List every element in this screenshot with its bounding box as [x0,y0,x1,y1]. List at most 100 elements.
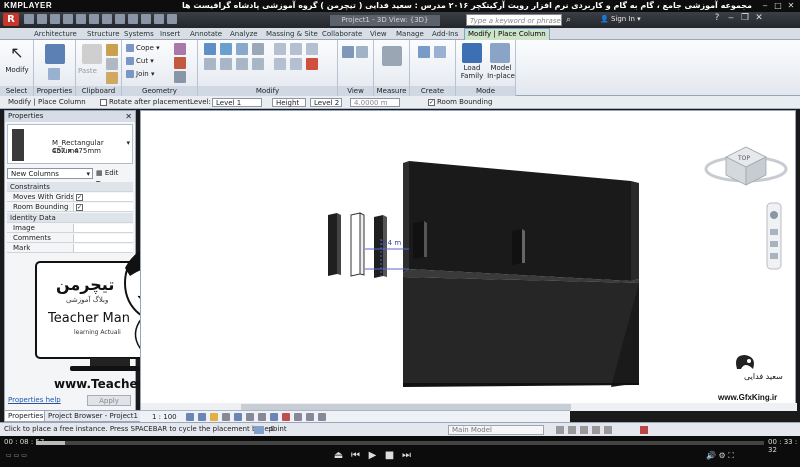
app-close-icon[interactable]: ✕ [752,13,766,23]
close-hidden-icon[interactable] [154,14,164,24]
tab-project-browser[interactable]: Project Browser - Project1 [44,410,142,422]
modify-icon[interactable]: ↖ [7,43,27,63]
wall-box[interactable] [403,161,639,387]
height-offset-value[interactable]: 4.0000 m [350,98,400,107]
temp-dim-value[interactable]: 2.4 m [381,239,401,247]
room-bounding-option-check[interactable]: ✓ [428,98,435,106]
height-dropdown[interactable]: Height [272,98,306,108]
align-icon[interactable] [204,43,216,55]
previous-icon[interactable]: ⏮ [347,450,364,461]
detail-level-icon[interactable] [186,413,194,421]
tab-add-ins[interactable]: Add-Ins [432,29,458,39]
load-family-button[interactable]: Load Family [458,64,486,80]
copy-icon[interactable] [220,58,232,70]
moves-with-grids-value[interactable]: ✓ [73,193,133,201]
section-icon[interactable] [128,14,138,24]
analysis-icon[interactable] [306,413,314,421]
fullscreen-icon[interactable]: ⛶ [728,451,734,460]
measure-tool-icon[interactable] [382,46,402,66]
show-crop-icon[interactable] [258,413,266,421]
scale-icon[interactable] [306,43,318,55]
search-input[interactable]: Type a keyword or phrase [466,14,562,26]
next-icon[interactable]: ⏭ [398,450,415,461]
redo-icon[interactable] [63,14,73,24]
shadows-icon[interactable] [222,413,230,421]
zoom-icon[interactable] [770,241,778,247]
instance-filter-dropdown[interactable]: New Columns ▾ [7,168,93,179]
select-panel-label[interactable]: Select [0,86,33,96]
unpin-icon[interactable] [290,58,302,70]
room-bounding-option[interactable]: ✓ Room Bounding [428,98,492,107]
drag-elements-icon[interactable] [604,426,612,434]
select-underlay-icon[interactable] [568,426,576,434]
paste-icon[interactable] [82,44,102,64]
level-dropdown[interactable]: Level 1 [212,98,262,108]
tab-insert[interactable]: Insert [160,29,180,39]
load-family-icon[interactable] [462,43,482,63]
steering-wheel-icon[interactable] [770,211,778,219]
lock-3d-icon[interactable] [270,413,278,421]
room-bounding-check[interactable]: ✓ [76,204,83,211]
top-level-dropdown[interactable]: Level 2 [310,98,342,108]
maximize-icon[interactable]: □ [773,1,783,11]
rotate-after-checkbox[interactable]: Rotate after placement [100,98,190,107]
play-icon[interactable]: ▶ [364,450,381,461]
create-group-icon[interactable] [434,46,446,58]
image-value[interactable] [73,224,133,232]
worksharing-icon[interactable] [254,426,264,434]
wall-joins-icon[interactable] [174,71,186,83]
delete-icon[interactable] [306,58,318,70]
pin-icon[interactable] [274,58,286,70]
properties-help-link[interactable]: Properties help [8,396,61,404]
cut-clip-icon[interactable] [106,44,118,56]
open-icon[interactable] [24,14,34,24]
render-icon[interactable] [234,413,242,421]
tab-structure[interactable]: Structure [87,29,120,39]
rotate-icon[interactable] [236,58,248,70]
drawing-canvas[interactable]: 2.4 m TOP [140,110,797,411]
badge-icon-1[interactable]: ▭ [6,452,12,459]
eject-icon[interactable]: ⏏ [330,450,347,461]
sun-path-icon[interactable] [210,413,218,421]
minimize-icon[interactable]: ‒ [760,1,770,11]
constraints-group[interactable]: Constraints [7,182,133,192]
match-type-icon[interactable] [106,72,118,84]
tab-annotate[interactable]: Annotate [190,29,222,39]
navigation-bar[interactable] [766,202,782,270]
select-links-icon[interactable] [556,426,564,434]
tab-systems[interactable]: Systems [124,29,154,39]
moves-with-grids-check[interactable]: ✓ [76,194,83,201]
tab-view[interactable]: View [370,29,387,39]
tab-properties[interactable]: Properties [4,410,48,422]
type-selector[interactable]: M_Rectangular Column 457 x 475mm ▾ [7,124,133,164]
tab-collaborate[interactable]: Collaborate [322,29,362,39]
pan-icon[interactable] [770,229,778,235]
badge-icon-2[interactable]: ▭ [14,452,20,459]
model-inplace-button[interactable]: Model In-place [486,64,516,80]
thin-lines-icon[interactable] [141,14,151,24]
crop-view-icon[interactable] [246,413,254,421]
model-inplace-icon[interactable] [490,43,510,63]
apply-button[interactable]: Apply [87,395,131,406]
tag-icon[interactable] [102,14,112,24]
cope-button[interactable]: Cope ▾ [126,43,160,53]
split-icon[interactable] [274,43,286,55]
tab-analyze[interactable]: Analyze [230,29,258,39]
override-graphics-icon[interactable] [356,46,368,58]
column-preview[interactable] [350,212,365,277]
select-by-face-icon[interactable] [592,426,600,434]
cut-button[interactable]: Cut ▾ [126,56,154,66]
reveal-hidden-icon[interactable] [294,413,302,421]
tab-architecture[interactable]: Architecture [34,29,77,39]
3d-view-scene[interactable]: 2.4 m TOP [141,111,797,411]
type-dropdown-icon[interactable]: ▾ [126,139,130,147]
seek-bar[interactable] [36,441,764,445]
height-offset-field[interactable]: 4.0000 m [350,98,400,108]
badge-icon-3[interactable]: ▭ [21,452,27,459]
sign-in-button[interactable]: 👤 Sign In ▾ [600,15,641,23]
copy-clip-icon[interactable] [106,58,118,70]
move-icon[interactable] [204,58,216,70]
height-dropdown-value[interactable]: Height [272,98,306,107]
viewcube-face-label[interactable]: TOP [737,155,750,162]
save-icon[interactable] [37,14,47,24]
